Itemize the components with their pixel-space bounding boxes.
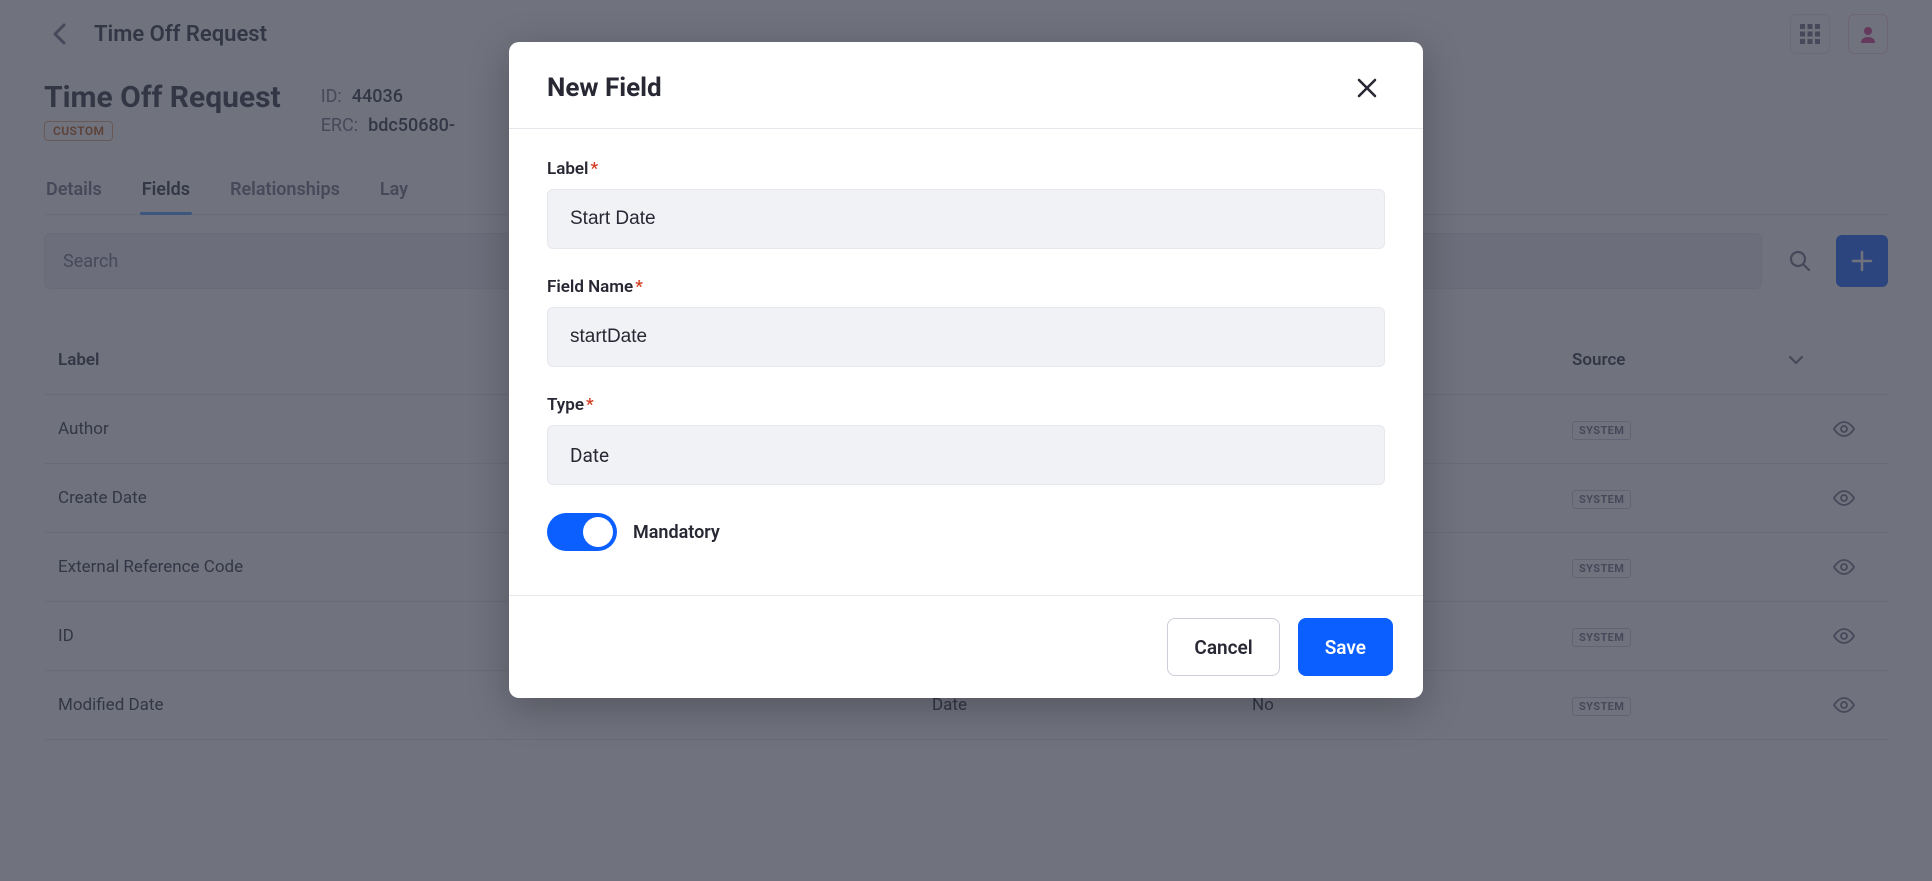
modal-title: New Field [547,73,662,103]
modal-header: New Field [509,42,1423,129]
label-label: Label* [547,159,1385,179]
mandatory-toggle[interactable] [547,513,617,551]
required-star: * [590,159,598,179]
label-label-text: Label [547,159,588,179]
save-button[interactable]: Save [1298,618,1393,676]
type-label-text: Type [547,395,584,415]
cancel-button[interactable]: Cancel [1167,618,1279,676]
form-group-label: Label* [547,159,1385,249]
mandatory-row: Mandatory [547,513,1385,551]
modal-overlay[interactable]: New Field Label* Field Name* Type* [0,0,1932,881]
modal-close-button[interactable] [1349,70,1385,106]
form-group-field-name: Field Name* [547,277,1385,367]
toggle-knob [583,517,613,547]
mandatory-label: Mandatory [633,522,720,543]
required-star: * [635,277,643,297]
field-name-label-text: Field Name [547,277,633,297]
modal-footer: Cancel Save [509,595,1423,698]
label-input[interactable] [547,189,1385,249]
form-group-type: Type* Date [547,395,1385,485]
field-name-input[interactable] [547,307,1385,367]
close-icon [1356,77,1378,99]
field-name-label: Field Name* [547,277,1385,297]
type-value: Date [570,444,609,467]
new-field-modal: New Field Label* Field Name* Type* [509,42,1423,698]
required-star: * [586,395,594,415]
modal-body: Label* Field Name* Type* Date [509,129,1423,595]
type-select[interactable]: Date [547,425,1385,485]
type-label: Type* [547,395,1385,415]
